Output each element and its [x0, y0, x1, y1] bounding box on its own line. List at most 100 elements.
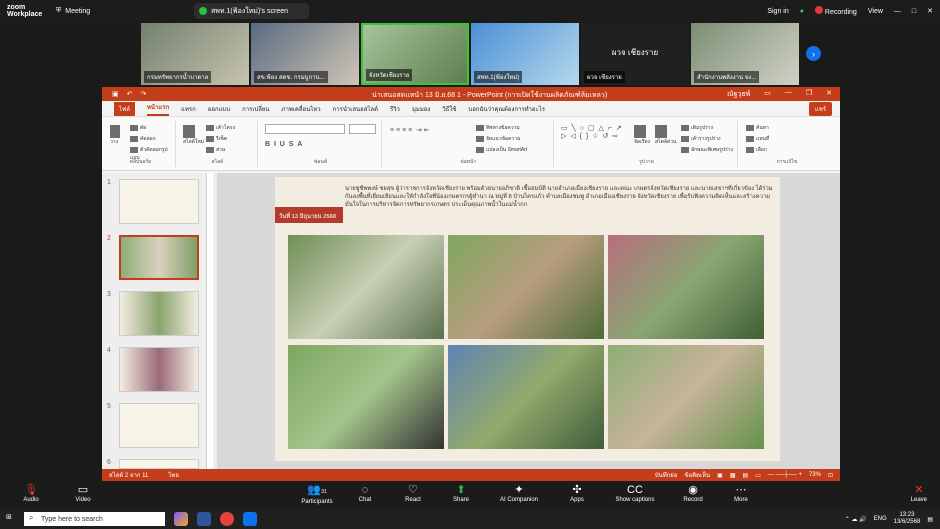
- slideshow-icon[interactable]: ▭: [755, 472, 761, 479]
- view-button[interactable]: View: [868, 8, 883, 15]
- section-button[interactable]: ส่วน: [206, 146, 225, 154]
- record-button[interactable]: ◉ Record: [679, 485, 707, 505]
- copy-button[interactable]: คัดลอก: [130, 135, 156, 143]
- tab-insert[interactable]: แทรก: [181, 104, 196, 114]
- normal-view-icon[interactable]: ▣: [717, 472, 723, 479]
- reading-view-icon[interactable]: ▤: [743, 472, 749, 479]
- tab-view[interactable]: มุมมอง: [412, 104, 430, 114]
- recording-status[interactable]: Recording: [814, 6, 857, 16]
- smartart-button[interactable]: แปลงเป็น SmartArt: [476, 146, 527, 154]
- comments-button[interactable]: ข้อคิดเห็น: [684, 470, 710, 480]
- tell-me-search[interactable]: บอกฉันว่าคุณต้องการทำอะไร: [468, 104, 545, 114]
- meeting-menu[interactable]: ⛨ Meeting: [56, 7, 90, 15]
- text-direction-button[interactable]: ทิศทางข้อความ: [476, 124, 520, 132]
- slide-photo[interactable]: [288, 345, 444, 449]
- ppt-close-icon[interactable]: ✕: [826, 89, 832, 100]
- font-size-box[interactable]: [349, 124, 376, 134]
- save-icon[interactable]: ▣: [112, 90, 119, 98]
- sign-in-button[interactable]: Sign in: [767, 8, 788, 15]
- paste-button[interactable]: วาง: [110, 125, 122, 146]
- tab-design[interactable]: ออกแบบ: [208, 104, 230, 114]
- slide-thumbnail-2[interactable]: 2: [102, 235, 217, 285]
- quick-styles-button[interactable]: สไตล์ด่วน: [655, 125, 676, 146]
- new-slide-button[interactable]: สไลด์ใหม่: [183, 125, 204, 146]
- user-name[interactable]: ณัฐวุธพ์: [727, 89, 750, 100]
- participant-tile[interactable]: สำนักงานพลังงาน จง...: [691, 23, 799, 85]
- chrome-icon[interactable]: [220, 512, 234, 526]
- audio-button[interactable]: 🎙 Audio: [17, 485, 45, 504]
- tab-slideshow[interactable]: การนำเสนอสไลด์: [333, 104, 378, 114]
- share-screen-button[interactable]: ⬆ Share: [447, 485, 475, 505]
- participant-tile[interactable]: กรมทรัพยากรน้ำบาดาล: [141, 23, 249, 85]
- notifications-icon[interactable]: ▤: [927, 516, 933, 523]
- reset-button[interactable]: รีเซ็ต: [206, 135, 227, 143]
- tab-transitions[interactable]: การเปลี่ยน: [242, 104, 269, 114]
- captions-button[interactable]: CC Show captions: [611, 485, 659, 505]
- ribbon-display-icon[interactable]: ▭: [764, 89, 771, 100]
- ppt-minimize-icon[interactable]: —: [785, 89, 792, 100]
- ppt-restore-icon[interactable]: ❐: [806, 89, 812, 100]
- slide-thumbnail-image[interactable]: [119, 179, 199, 224]
- shared-screen-label[interactable]: สพท.1(ฟ้องใหม่)'s screen: [194, 3, 309, 19]
- slide-thumbnail-image[interactable]: [119, 291, 199, 336]
- find-button[interactable]: ค้นหา: [746, 124, 769, 132]
- align-text-button[interactable]: จัดแนวข้อความ: [476, 135, 520, 143]
- zoom-slider[interactable]: — ──┼── +: [768, 472, 802, 478]
- arrange-button[interactable]: จัดเรียง: [634, 125, 650, 146]
- more-button[interactable]: ⋯ More: [727, 485, 755, 505]
- maximize-icon[interactable]: □: [912, 8, 916, 15]
- tab-help[interactable]: วิธีใช้: [442, 104, 456, 114]
- minimize-icon[interactable]: —: [894, 8, 901, 15]
- slide-thumbnail-3[interactable]: 3: [102, 291, 217, 341]
- tab-review[interactable]: รีวิว: [390, 104, 400, 114]
- slide-sorter-icon[interactable]: ▦: [730, 472, 736, 479]
- shapes-gallery[interactable]: ▭ ╲ ○ ▢ △ ⌐ ↗ ▷ ◁ { } ☆ ↺ ⇨: [561, 124, 623, 140]
- slide-thumbnail-5[interactable]: 5: [102, 403, 217, 453]
- slide-thumbnail-4[interactable]: 4: [102, 347, 217, 397]
- cut-button[interactable]: ตัด: [130, 124, 147, 132]
- tab-home[interactable]: หน้าแรก: [146, 102, 170, 116]
- leave-button[interactable]: ✕ Leave: [911, 485, 927, 504]
- slide-photo[interactable]: [448, 235, 604, 339]
- slide-thumbnail-image-selected[interactable]: [119, 235, 199, 280]
- participant-tile-active[interactable]: จังหวัดเชียงราย: [361, 23, 469, 85]
- zoom-app-icon[interactable]: [243, 512, 257, 526]
- zoom-level[interactable]: 73%: [809, 472, 821, 478]
- redo-icon[interactable]: ↷: [141, 90, 147, 98]
- shape-outline-button[interactable]: เค้าร่างรูปร่าง: [681, 135, 721, 143]
- slide-thumbnail-1[interactable]: 1: [102, 179, 217, 229]
- close-icon[interactable]: ✕: [927, 7, 933, 15]
- ai-companion-button[interactable]: ✦ AI Companion: [495, 485, 543, 505]
- windows-start-icon[interactable]: ⊞: [6, 513, 12, 521]
- select-button[interactable]: เลือก: [746, 146, 767, 154]
- current-slide[interactable]: นายชูชีพพงษ์ ชยสุข ผู้ว่าราชการจังหวัดเช…: [275, 177, 780, 461]
- paragraph-buttons[interactable]: ≡ ≡ ≡ ≡ ⇥ ⇤: [390, 126, 430, 134]
- copilot-icon[interactable]: [174, 512, 188, 526]
- react-button[interactable]: ♡ React: [399, 485, 427, 505]
- thumbnail-scrollbar[interactable]: [206, 173, 213, 469]
- participant-tile-no-video[interactable]: ผวจ เชียงราย ผวจ เชียงราย: [581, 23, 689, 85]
- undo-icon[interactable]: ↶: [127, 90, 133, 98]
- slide-photo[interactable]: [448, 345, 604, 449]
- participant-tile[interactable]: สพท.1(ฟ้องใหม่): [471, 23, 579, 85]
- tab-animations[interactable]: ภาพเคลื่อนไหว: [282, 104, 321, 114]
- shape-fill-button[interactable]: เติมรูปร่าง: [681, 124, 713, 132]
- clock[interactable]: 13:23 13/6/2568: [894, 512, 921, 526]
- word-icon[interactable]: [197, 512, 211, 526]
- slide-thumbnail-image[interactable]: [119, 459, 199, 469]
- slide-photo[interactable]: [608, 345, 764, 449]
- chat-button[interactable]: ◌ Chat: [351, 485, 379, 505]
- font-format-buttons[interactable]: B I U S A: [265, 141, 302, 148]
- slide-photo[interactable]: [288, 235, 444, 339]
- security-icon[interactable]: ●: [800, 8, 804, 15]
- shape-effects-button[interactable]: ลักษณะพิเศษรูปร่าง: [681, 146, 733, 154]
- layout-button[interactable]: เค้าโครง: [206, 124, 235, 132]
- replace-button[interactable]: แทนที่: [746, 135, 769, 143]
- apps-button[interactable]: ✣ Apps: [563, 485, 591, 505]
- tray-icons[interactable]: ⌃ ☁ 🔊: [845, 516, 867, 523]
- share-button[interactable]: แชร์: [808, 101, 832, 116]
- video-button[interactable]: ▭ Video: [69, 485, 97, 504]
- slide-thumbnail-image[interactable]: [119, 403, 199, 448]
- fit-slide-icon[interactable]: ⊡: [828, 472, 833, 479]
- language-status[interactable]: ไทย: [168, 470, 179, 480]
